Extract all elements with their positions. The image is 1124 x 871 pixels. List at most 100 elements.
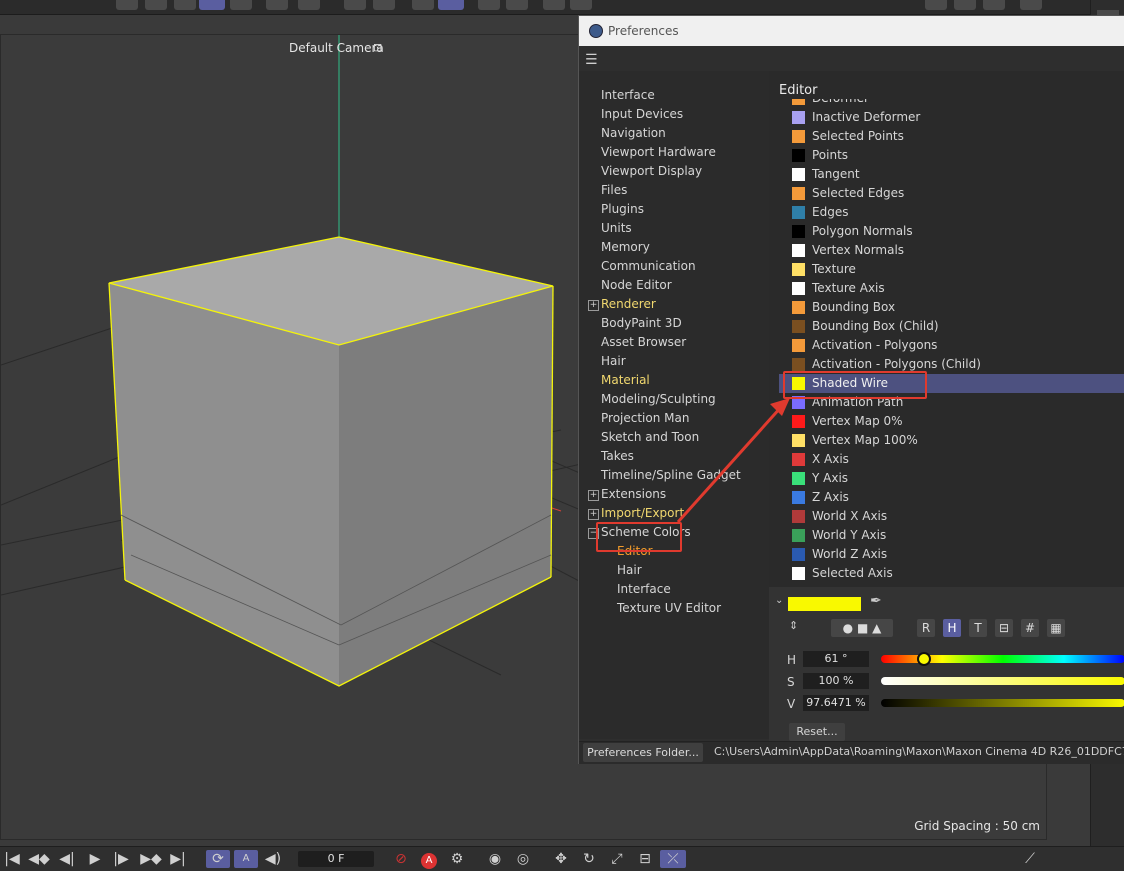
color-swatch[interactable] [792,282,805,295]
tree-item[interactable]: Sketch and Toon [601,428,699,447]
color-list-item[interactable]: World Z Axis [779,545,1124,564]
saturation-input[interactable]: 100 % [803,673,869,689]
color-list-item[interactable]: World X Axis [779,507,1124,526]
color-list-item[interactable]: X Axis [779,450,1124,469]
graph-icon[interactable]: ⟋ [1018,850,1042,868]
color-mode-button[interactable]: R [917,619,935,637]
tree-item[interactable]: Projection Man [601,409,689,428]
toolbar-button[interactable] [373,0,395,10]
color-mode-group[interactable]: ● ■ ▲ [831,619,893,637]
move-key-icon[interactable]: ✥ [550,850,572,868]
color-list-item[interactable]: Z Axis [779,488,1124,507]
camera-label[interactable]: Default Camera [289,41,384,55]
color-swatch[interactable] [792,491,805,504]
color-mode-button[interactable]: H [943,619,961,637]
toolbar-button[interactable] [925,0,947,10]
toolbar-button[interactable] [438,0,464,10]
color-swatch[interactable] [792,472,805,485]
toolbar-button[interactable] [412,0,434,10]
color-list-item[interactable]: Selected Edges [779,184,1124,203]
toolbar-button[interactable] [954,0,976,10]
color-list-item[interactable]: Points [779,146,1124,165]
color-swatch[interactable] [792,168,805,181]
tree-item[interactable]: Plugins [601,200,644,219]
color-mode-button[interactable]: ▦ [1047,619,1065,637]
toolbar-button[interactable] [116,0,138,10]
param-key-icon[interactable]: ⊟ [634,850,656,868]
reset-button[interactable]: Reset... [789,723,845,741]
color-mode-button[interactable]: # [1021,619,1039,637]
camera-icon[interactable]: ⊡ [373,41,382,54]
tree-item[interactable]: Viewport Display [601,162,702,181]
color-swatch[interactable] [792,225,805,238]
color-list-item[interactable]: Inactive Deformer [779,108,1124,127]
current-color-swatch[interactable] [788,597,861,611]
toolbar-button[interactable] [1020,0,1042,10]
color-swatch[interactable] [792,415,805,428]
point-level-icon[interactable]: ⤫ [660,850,686,868]
tree-item[interactable]: Extensions [601,485,666,504]
tree-item[interactable]: Hair [601,352,626,371]
hue-input[interactable]: 61 ° [803,651,869,667]
toolbar-button[interactable] [344,0,366,10]
tree-item[interactable]: Files [601,181,627,200]
color-list-item[interactable]: Deformer [779,99,1124,108]
color-list-item[interactable]: Selected Axis [779,564,1124,583]
collapse-chevron-icon[interactable]: ⌄ [775,595,783,606]
tree-item[interactable]: Units [601,219,632,238]
tree-item[interactable]: Renderer [601,295,656,314]
go-to-start-icon[interactable]: |◀ [4,850,20,868]
color-swatch[interactable] [792,301,805,314]
color-list-item[interactable]: Vertex Normals [779,241,1124,260]
tree-item[interactable]: Interface [601,86,655,105]
color-list-item[interactable]: Bounding Box (Child) [779,317,1124,336]
color-swatch[interactable] [792,244,805,257]
color-swatch[interactable] [792,187,805,200]
tree-item[interactable]: Interface [617,580,671,599]
expand-icon[interactable]: ⇕ [789,619,798,632]
color-swatch[interactable] [792,339,805,352]
color-mode-button[interactable]: ⊟ [995,619,1013,637]
tree-item[interactable]: Texture UV Editor [617,599,721,618]
toolbar-button[interactable] [478,0,500,10]
tree-item[interactable]: Communication [601,257,696,276]
color-swatch[interactable] [792,149,805,162]
toolbar-button[interactable] [983,0,1005,10]
color-list-item[interactable]: Bounding Box [779,298,1124,317]
color-swatch[interactable] [792,130,805,143]
color-list-item[interactable]: Vertex Map 100% [779,431,1124,450]
tree-item[interactable]: Node Editor [601,276,672,295]
toolbar-button[interactable] [199,0,225,10]
loop-icon[interactable]: ⟳ [206,850,230,868]
rotation-key-icon[interactable]: ◎ [512,850,534,868]
tree-item[interactable]: Asset Browser [601,333,686,352]
record-icon[interactable]: ⊘ [390,850,412,868]
color-swatch[interactable] [792,206,805,219]
scale-key-icon[interactable]: ⤢ [606,850,628,868]
color-swatch[interactable] [792,510,805,523]
toolbar-button[interactable] [298,0,320,10]
color-swatch[interactable] [792,111,805,124]
saturation-slider[interactable] [881,677,1124,685]
next-key-icon[interactable]: ▶◆ [140,850,162,868]
prev-key-icon[interactable]: ◀◆ [28,850,50,868]
toolbar-button[interactable] [230,0,252,10]
tree-expander-icon[interactable]: + [588,300,599,311]
value-input[interactable]: 97.6471 % [803,695,869,711]
tree-item[interactable]: Timeline/Spline Gadget [601,466,741,485]
tree-expander-icon[interactable]: + [588,509,599,520]
color-list-item[interactable]: Tangent [779,165,1124,184]
autokey-icon[interactable]: A [234,850,258,868]
toolbar-button[interactable] [506,0,528,10]
next-frame-icon[interactable]: |▶ [112,850,130,868]
value-slider[interactable] [881,699,1124,707]
tree-item[interactable]: Hair [617,561,642,580]
tree-item[interactable]: Viewport Hardware [601,143,716,162]
settings-icon[interactable]: ⚙ [446,850,468,868]
color-list-item[interactable]: World Y Axis [779,526,1124,545]
color-list-item[interactable]: Y Axis [779,469,1124,488]
hue-slider-knob[interactable] [917,652,932,666]
toolbar-button[interactable] [145,0,167,10]
color-swatch[interactable] [792,434,805,447]
color-swatch[interactable] [792,548,805,561]
